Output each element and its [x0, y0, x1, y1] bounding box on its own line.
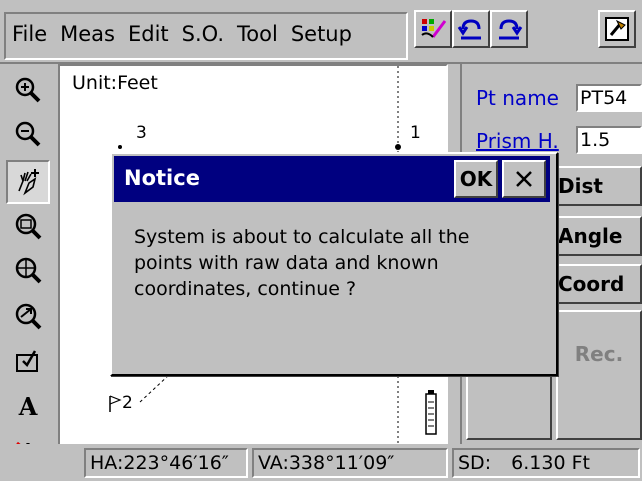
- zoom-in-button[interactable]: [8, 70, 48, 110]
- flag-icon[interactable]: [109, 395, 122, 412]
- dialog-message-line: coordinates, continue ?: [134, 278, 357, 300]
- menu-setup[interactable]: Setup: [291, 22, 352, 46]
- point-marker-3[interactable]: [118, 145, 122, 149]
- zoom-extents-button[interactable]: [8, 250, 48, 290]
- point-label-3: 3: [136, 123, 147, 143]
- redo-button[interactable]: [490, 10, 528, 48]
- menubar: File Meas Edit S.O. Tool Setup: [0, 0, 642, 64]
- prism-height-link[interactable]: Prism H.: [476, 129, 559, 153]
- color-palette-button[interactable]: [414, 10, 452, 48]
- va-readout: VA:338°11′09″: [252, 448, 448, 478]
- color-palette-icon: [421, 19, 447, 38]
- pt-name-label: Pt name: [476, 86, 559, 110]
- zoom-window-button[interactable]: [8, 206, 48, 246]
- select-point-button[interactable]: [8, 342, 48, 382]
- sd-value: 6.130 Ft: [511, 452, 590, 474]
- zoom-window-icon: [15, 213, 42, 240]
- dialog-message: System is about to calculate all the poi…: [134, 224, 544, 302]
- menu-edit[interactable]: Edit: [128, 22, 169, 46]
- zoom-previous-button[interactable]: [8, 296, 48, 336]
- point-label-1: 1: [410, 123, 421, 143]
- zoom-extents-icon: [15, 257, 42, 284]
- zoom-in-icon: [15, 77, 41, 103]
- dialog-message-line: System is about to calculate all the: [134, 226, 470, 248]
- pt-name-input[interactable]: PT54: [576, 84, 642, 112]
- ha-readout: HA:223°46′16″: [84, 448, 248, 478]
- dialog-titlebar: Notice OK: [114, 156, 550, 202]
- point-label-2: 2: [122, 393, 133, 413]
- exit-button[interactable]: [598, 10, 636, 48]
- menu-file[interactable]: File: [12, 22, 47, 46]
- prism-height-input[interactable]: 1.5: [576, 126, 642, 154]
- zoom-previous-icon: [15, 303, 42, 330]
- zoom-out-button[interactable]: [8, 114, 48, 154]
- sd-readout: SD: 6.130 Ft: [452, 448, 640, 478]
- menu-so[interactable]: S.O.: [182, 22, 224, 46]
- svg-text:A: A: [18, 392, 38, 421]
- dialog-close-button[interactable]: [502, 160, 546, 198]
- battery-icon: [425, 390, 437, 435]
- pan-hand-icon: [18, 169, 39, 196]
- point-marker-1[interactable]: [395, 144, 401, 150]
- dialog-ok-button[interactable]: OK: [454, 160, 498, 198]
- text-icon: A: [18, 392, 38, 421]
- menu-container: File Meas Edit S.O. Tool Setup: [4, 12, 408, 60]
- menu-meas[interactable]: Meas: [60, 22, 115, 46]
- pan-button[interactable]: [6, 160, 50, 204]
- status-bar: HA:223°46′16″ VA:338°11′09″ SD: 6.130 Ft: [0, 444, 642, 481]
- zoom-out-icon: [15, 121, 41, 147]
- dialog-title: Notice: [124, 166, 200, 190]
- left-toolbar: A A: [0, 64, 55, 481]
- menu-tool[interactable]: Tool: [237, 22, 278, 46]
- text-button[interactable]: A: [8, 386, 48, 426]
- undo-icon: [457, 19, 481, 40]
- close-icon: [516, 171, 532, 187]
- rec-button[interactable]: Rec.: [556, 310, 642, 440]
- undo-button[interactable]: [452, 10, 490, 48]
- redo-icon: [499, 19, 523, 40]
- select-point-icon: [16, 350, 38, 372]
- sd-label: SD:: [458, 452, 492, 474]
- exit-icon: [605, 17, 629, 41]
- dialog-message-line: points with raw data and known: [134, 252, 439, 274]
- notice-dialog: Notice OK System is about to calculate a…: [110, 152, 558, 376]
